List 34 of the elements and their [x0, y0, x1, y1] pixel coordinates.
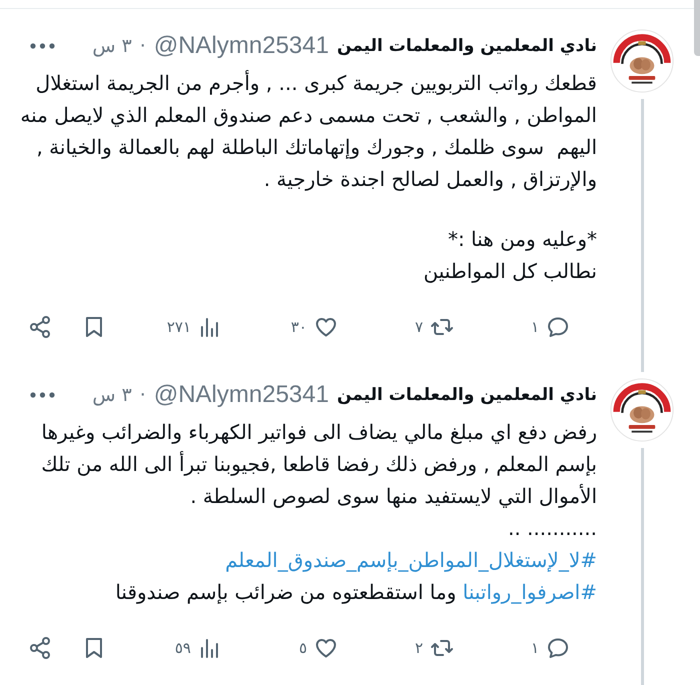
like-button[interactable]: ٣٠	[222, 312, 338, 342]
tweet-text: قطعك رواتب التربويين جريمة كبرى ... , وأجرم من الجريمة استغلال المواطن , والشعب , تحت مسمى دعم صندوق المعلم الذي لايصل منه اليهم سوى ظلمك , وجورك وإتهاماتك الباطلة لهم بالعمالة والخيانة , والإرتزاق , والعمل لصالح اجندة خارجية .	[20, 69, 597, 193]
reply-button[interactable]: ١	[454, 633, 570, 663]
ellipsis-icon[interactable]	[30, 392, 55, 398]
views-button[interactable]: ٢٧١	[106, 312, 222, 342]
tweet-text: *وعليه ومن هنا :* نطالب كل المواطنين	[422, 226, 597, 285]
share-icon	[28, 315, 52, 339]
author-name[interactable]: نادي المعلمين والمعلمات اليمن	[336, 36, 597, 56]
speech-bubble-icon	[546, 315, 570, 339]
avatar-icon[interactable]	[610, 29, 674, 93]
author-handle[interactable]: @NAlymn25341	[154, 381, 329, 409]
repost-button[interactable]: ٧	[338, 312, 454, 342]
reply-button[interactable]: ١	[454, 312, 570, 342]
heart-icon	[314, 315, 338, 339]
share-button[interactable]	[28, 636, 52, 660]
tweet-text: رفض دفع اي مبلغ مالي يضاف الى فواتير الكهرباء والضرائب وغيرها بإسم المعلم , ورفض ذلك رفضا قاطعا ,فجيوبنا تبرأ الى الله من تلك الأموال التي لايستفيد منها سوى لصوص السلطة . ........... .. #لا_لإستغلال_المواطن_بإسم_صندوق_المعلم #اصرفوا_رواتبنا وما استقطعتوه من ضرائب بإسم صندوقنا	[40, 419, 597, 606]
post-time[interactable]: ٣ س	[92, 384, 132, 406]
views-button[interactable]: ٥٩	[106, 633, 222, 663]
heart-icon	[314, 636, 338, 660]
share-icon	[28, 636, 52, 660]
author-name[interactable]: نادي المعلمين والمعلمات اليمن	[336, 385, 597, 405]
separator-dot: ·	[140, 35, 146, 57]
share-button[interactable]	[28, 315, 52, 339]
post-time[interactable]: ٣ س	[92, 35, 132, 57]
avatar-icon[interactable]	[610, 378, 674, 442]
hashtag-link[interactable]: #لا_لإستغلال_المواطن_بإسم_صندوق_المعلم	[225, 548, 597, 572]
repost-button[interactable]: ٢	[338, 633, 454, 663]
ellipsis-icon[interactable]	[30, 43, 55, 49]
scrollbar-thumb[interactable]	[694, 0, 700, 56]
hashtag-link[interactable]: #اصرفوا_رواتبنا	[462, 580, 597, 604]
like-button[interactable]: ٥	[222, 633, 338, 663]
speech-bubble-icon	[546, 636, 570, 660]
separator-dot: ·	[140, 384, 146, 406]
author-handle[interactable]: @NAlymn25341	[154, 32, 329, 60]
